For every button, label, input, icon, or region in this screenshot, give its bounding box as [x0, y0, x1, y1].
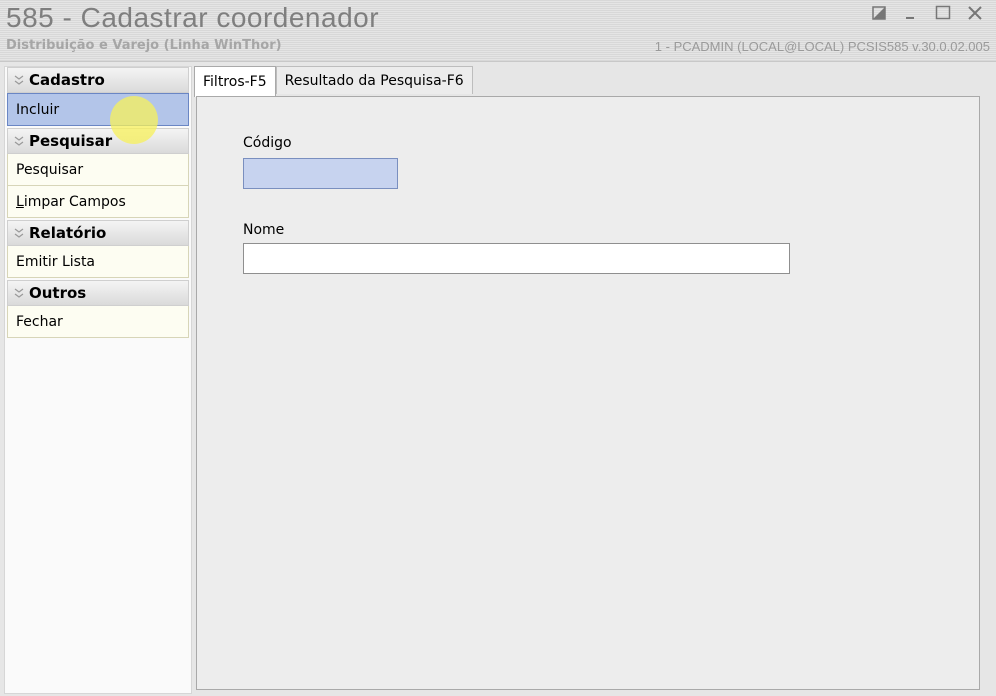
nome-label: Nome [243, 222, 285, 238]
pesquisar-button[interactable]: Pesquisar [7, 154, 189, 186]
menu-item-label: Emitir Lista [16, 253, 96, 270]
collapse-chevron-icon[interactable] [12, 225, 26, 241]
group-header-cadastro[interactable]: Cadastro [7, 67, 189, 93]
group-header-relatorio[interactable]: Relatório [7, 220, 189, 246]
filter-panel: Código Nome [196, 96, 980, 690]
maximize-icon[interactable] [932, 2, 954, 24]
codigo-input[interactable] [243, 158, 398, 189]
minimize-icon[interactable] [900, 2, 922, 24]
incluir-button[interactable]: Incluir [7, 93, 189, 126]
collapse-chevron-icon[interactable] [12, 72, 26, 88]
group-pesquisar: Pesquisar Pesquisar Limpar Campos [7, 128, 189, 218]
menu-item-label: Pesquisar [16, 161, 84, 178]
codigo-label: Código [243, 135, 292, 151]
collapse-chevron-icon[interactable] [12, 285, 26, 301]
restore-icon[interactable] [868, 2, 890, 24]
nome-input[interactable] [243, 243, 790, 274]
group-header-outros[interactable]: Outros [7, 280, 189, 306]
session-status: 1 - PCADMIN (LOCAL@LOCAL) PCSIS585 v.30.… [654, 39, 990, 54]
group-title: Outros [29, 284, 87, 302]
window-title: 585 - Cadastrar coordenador [6, 2, 380, 33]
tab-resultado-pesquisa[interactable]: Resultado da Pesquisa-F6 [275, 66, 473, 94]
menu-item-accelerator: L [16, 193, 24, 210]
group-header-pesquisar[interactable]: Pesquisar [7, 128, 189, 154]
title-bar: 585 - Cadastrar coordenador Distribuição… [0, 0, 996, 62]
window-subtitle: Distribuição e Varejo (Linha WinThor) [6, 38, 282, 53]
action-sidebar: Cadastro Incluir Pesquisar Pesquisar Lim… [4, 66, 192, 694]
menu-item-label: Fechar [16, 313, 63, 330]
tab-filtros[interactable]: Filtros-F5 [194, 66, 276, 97]
group-title: Cadastro [29, 71, 105, 89]
group-relatorio: Relatório Emitir Lista [7, 220, 189, 278]
group-cadastro: Cadastro Incluir [7, 67, 189, 126]
fechar-button[interactable]: Fechar [7, 306, 189, 338]
collapse-chevron-icon[interactable] [12, 133, 26, 149]
tab-bar: Filtros-F5 Resultado da Pesquisa-F6 [194, 66, 473, 97]
menu-item-label: Incluir [16, 101, 60, 118]
window-controls [868, 2, 986, 24]
emitir-lista-button[interactable]: Emitir Lista [7, 246, 189, 278]
menu-item-label: impar Campos [23, 193, 126, 210]
group-outros: Outros Fechar [7, 280, 189, 338]
group-title: Relatório [29, 224, 107, 242]
close-icon[interactable] [964, 2, 986, 24]
limpar-campos-button[interactable]: Limpar Campos [7, 186, 189, 218]
title-separator [0, 61, 996, 62]
group-title: Pesquisar [29, 132, 113, 150]
